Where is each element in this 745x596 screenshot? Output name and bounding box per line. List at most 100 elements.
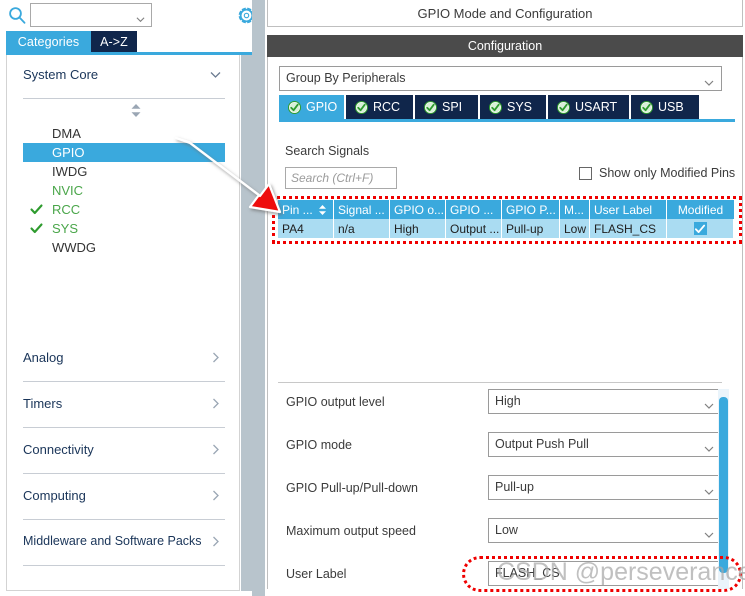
peripheral-item-wwdg[interactable]: WWDG — [23, 238, 225, 257]
stm32cubemx-gpio-configuration-window: Categories A->Z System Core DMA GPIO IWD… — [0, 0, 745, 596]
property-label-max-output-speed: Maximum output speed — [286, 524, 416, 538]
show-only-modified-pins-checkbox[interactable]: Show only Modified Pins — [579, 166, 735, 180]
checkbox-icon — [579, 166, 592, 180]
category-group-timers[interactable]: Timers — [23, 384, 225, 428]
status-ok-icon — [288, 100, 301, 114]
tab-usb-label: USB — [658, 100, 684, 114]
column-header-signal[interactable]: Signal ... — [334, 200, 390, 219]
gpio-pull-select[interactable]: Pull-up — [488, 475, 722, 500]
max-output-speed-select[interactable]: Low — [488, 518, 722, 543]
category-group-connectivity-label: Connectivity — [23, 442, 94, 457]
search-signals-label: Search Signals — [285, 144, 370, 158]
property-label-gpio-pull: GPIO Pull-up/Pull-down — [286, 481, 419, 495]
configuration-section-header-text: Configuration — [467, 39, 543, 53]
peripheral-item-iwdg-label: IWDG — [52, 164, 88, 179]
chevron-down-icon — [704, 527, 714, 538]
gpio-output-level-value: High — [495, 394, 521, 408]
status-ok-icon — [355, 100, 368, 114]
peripheral-item-iwdg[interactable]: IWDG — [23, 162, 225, 181]
cell-max-speed: Low — [560, 219, 590, 238]
peripheral-tree-panel: Categories A->Z System Core DMA GPIO IWD… — [0, 0, 256, 596]
gpio-output-level-select[interactable]: High — [488, 389, 722, 414]
search-row — [0, 0, 256, 32]
tab-usart[interactable]: USART — [548, 95, 631, 119]
tab-usb[interactable]: USB — [631, 95, 699, 119]
cell-signal: n/a — [334, 219, 390, 238]
category-group-analog[interactable]: Analog — [23, 338, 225, 382]
column-header-gpio-mode[interactable]: GPIO ... — [446, 200, 502, 219]
configuration-body: Group By Peripherals GPIO RCC SPI SYS US… — [267, 57, 743, 596]
left-panel-scrollbar[interactable] — [241, 55, 252, 591]
category-tabs: Categories A->Z — [0, 31, 252, 52]
tab-gpio[interactable]: GPIO — [279, 95, 346, 119]
gpio-mode-select[interactable]: Output Push Pull — [488, 432, 722, 457]
peripheral-tab-strip: GPIO RCC SPI SYS USART USB — [279, 95, 735, 119]
status-ok-icon — [489, 100, 502, 114]
signal-search-input[interactable]: Search (Ctrl+F) — [285, 167, 397, 189]
column-header-pin[interactable]: Pin ... — [278, 200, 334, 219]
sort-arrows-icon — [317, 204, 328, 216]
check-icon — [693, 222, 707, 235]
category-group-computing-label: Computing — [23, 488, 86, 503]
configuration-panel: GPIO Mode and Configuration Configuratio… — [265, 0, 745, 596]
tab-usart-label: USART — [575, 100, 618, 114]
peripheral-item-rcc[interactable]: RCC — [23, 200, 225, 219]
tab-a-to-z-label: A->Z — [100, 34, 128, 49]
cell-gpio-output-level: High — [390, 219, 446, 238]
category-group-computing[interactable]: Computing — [23, 476, 225, 520]
search-input[interactable] — [30, 3, 152, 27]
column-header-gpio-pull[interactable]: GPIO P... — [502, 200, 560, 219]
configuration-section-header: Configuration — [267, 35, 743, 57]
category-group-system-core-label: System Core — [23, 67, 99, 82]
tab-spi[interactable]: SPI — [415, 95, 480, 119]
tab-sys[interactable]: SYS — [480, 95, 548, 119]
category-group-connectivity[interactable]: Connectivity — [23, 430, 225, 474]
property-row-gpio-pull: GPIO Pull-up/Pull-down Pull-up — [278, 469, 722, 512]
user-label-value: FLASH_CS — [495, 566, 560, 580]
table-header-row: Pin ... Signal ... GPIO o... GPIO ... GP… — [278, 200, 734, 219]
tab-spi-label: SPI — [442, 100, 463, 114]
peripheral-item-nvic-label: NVIC — [52, 183, 84, 198]
peripheral-item-dma[interactable]: DMA — [23, 124, 225, 143]
pin-configuration-table: Pin ... Signal ... GPIO o... GPIO ... GP… — [278, 200, 734, 238]
column-header-user-label[interactable]: User Label — [590, 200, 667, 219]
bottom-edge — [265, 589, 745, 596]
status-ok-icon — [640, 100, 653, 114]
scroll-spinner-icon[interactable] — [128, 103, 144, 118]
status-ok-icon — [557, 100, 570, 114]
user-label-input[interactable]: FLASH_CS — [488, 561, 722, 586]
tab-strip-underline — [279, 119, 735, 122]
peripheral-item-nvic[interactable]: NVIC — [23, 181, 225, 200]
category-group-middleware[interactable]: Middleware and Software Packs — [23, 522, 225, 566]
property-label-gpio-mode: GPIO mode — [286, 438, 352, 452]
column-header-gpio-output-level[interactable]: GPIO o... — [390, 200, 446, 219]
peripheral-item-wwdg-label: WWDG — [52, 240, 97, 255]
properties-scrollbar-thumb[interactable] — [719, 397, 728, 573]
tab-rcc-label: RCC — [373, 100, 401, 114]
tab-categories[interactable]: Categories — [6, 31, 91, 52]
panel-splitter[interactable] — [252, 0, 265, 596]
chevron-down-icon — [704, 441, 714, 452]
tab-gpio-label: GPIO — [306, 100, 338, 114]
group-by-value: Group By Peripherals — [286, 71, 406, 85]
group-by-select[interactable]: Group By Peripherals — [279, 66, 722, 91]
table-row[interactable]: PA4 n/a High Output ... Pull-up Low FLAS… — [278, 219, 734, 238]
tab-a-to-z[interactable]: A->Z — [91, 31, 137, 52]
check-icon — [30, 203, 43, 216]
cell-gpio-pull: Pull-up — [502, 219, 560, 238]
peripheral-item-gpio[interactable]: GPIO — [23, 143, 225, 162]
column-header-pin-label: Pin ... — [282, 202, 313, 217]
tab-rcc[interactable]: RCC — [346, 95, 415, 119]
cell-pin: PA4 — [278, 219, 334, 238]
page-title: GPIO Mode and Configuration — [267, 0, 743, 27]
status-ok-icon — [424, 100, 437, 114]
cell-user-label: FLASH_CS — [590, 219, 667, 238]
category-group-system-core[interactable]: System Core — [23, 55, 225, 99]
property-label-user-label: User Label — [286, 567, 347, 581]
column-header-max-speed[interactable]: M... — [560, 200, 590, 219]
column-header-modified[interactable]: Modified — [667, 200, 734, 219]
peripheral-item-sys[interactable]: SYS — [23, 219, 225, 238]
property-row-gpio-output-level: GPIO output level High — [278, 383, 722, 426]
chevron-right-icon — [209, 535, 222, 548]
page-title-text: GPIO Mode and Configuration — [417, 5, 593, 21]
